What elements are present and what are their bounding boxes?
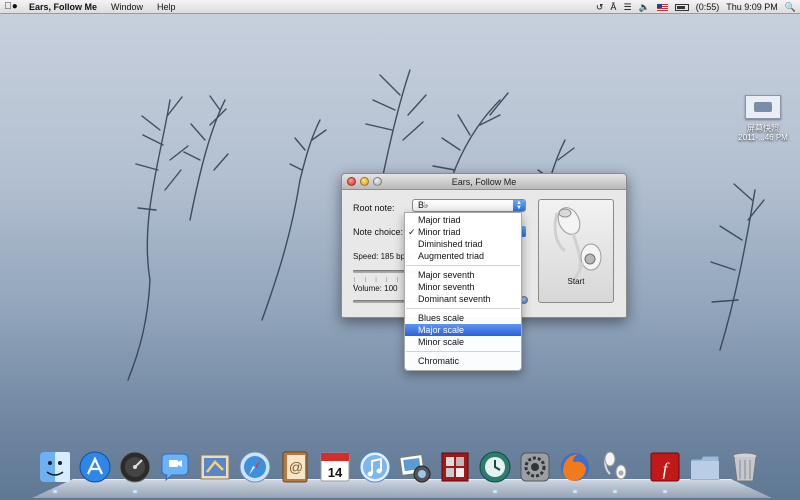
window-title: Ears, Follow Me (451, 177, 517, 187)
menu-item-label: Dominant seventh (418, 294, 491, 304)
dock-firefox-icon[interactable] (558, 450, 592, 484)
root-note-value: B♭ (418, 200, 429, 210)
wifi-icon[interactable]: ☰ (623, 2, 631, 13)
menu-item-label: Major seventh (418, 270, 475, 280)
dock-safari-icon[interactable] (238, 450, 272, 484)
menu-item-label: Minor seventh (418, 282, 475, 292)
dock-mail-icon[interactable] (198, 450, 232, 484)
us-flag-icon[interactable] (656, 3, 668, 11)
dock: @ 14 f (38, 450, 768, 493)
battery-time[interactable]: (0:55) (696, 2, 720, 12)
menu-item-label: Minor scale (418, 337, 465, 347)
dock-finder-icon[interactable] (38, 450, 72, 484)
note-choice-label: Note choice: (353, 227, 404, 237)
desktop-file-label-line2: 2011-...46 PM (738, 133, 788, 142)
dock-ears-follow-me-icon[interactable] (598, 450, 632, 484)
ical-day-number: 14 (328, 465, 343, 480)
menu-item-label: Chromatic (418, 356, 460, 366)
desktop-file-label-line1: 屏幕快照 (747, 124, 779, 133)
svg-text:@: @ (289, 459, 303, 475)
dock-ical-icon[interactable]: 14 (318, 450, 352, 484)
speed-label: Speed: 185 bpm (353, 252, 412, 261)
menu-item-label: Major triad (418, 215, 461, 225)
dock-photo-booth-icon[interactable] (438, 450, 472, 484)
menu-item-augmented-triad[interactable]: Augmented triad (405, 250, 521, 262)
dock-ichat-icon[interactable] (158, 450, 192, 484)
menu-item-minor-seventh[interactable]: Minor seventh (405, 281, 521, 293)
menu-item-blues-scale[interactable]: Blues scale (405, 312, 521, 324)
menu-item-major-scale[interactable]: Major scale (405, 324, 521, 336)
menu-item-major-triad[interactable]: Major triad (405, 214, 521, 226)
running-indicator (133, 490, 137, 493)
dock-dashboard-icon[interactable] (118, 450, 152, 484)
earphones-icon (553, 207, 602, 281)
volume-icon[interactable]: 🔈 (639, 2, 650, 13)
menu-item-minor-triad[interactable]: ✓ Minor triad (405, 226, 521, 238)
volume-label: Volume: 100 (353, 284, 398, 293)
menu-separator (405, 305, 521, 312)
start-button[interactable]: Start (538, 199, 614, 303)
running-indicator (53, 490, 57, 493)
menu-item-major-seventh[interactable]: Major seventh (405, 269, 521, 281)
dock-iphoto-icon[interactable] (398, 450, 432, 484)
battery-icon[interactable] (674, 3, 689, 11)
chevron-updown-icon: ▲ ▼ (513, 200, 525, 211)
bluetooth-icon[interactable]: Å (610, 2, 616, 12)
menu-bar: ● Ears, Follow Me Window Help ↺ Å ☰ 🔈 (… (0, 0, 800, 14)
menu-item-label: Minor triad (418, 227, 461, 237)
dock-address-book-icon[interactable]: @ (278, 450, 312, 484)
menu-item-chromatic[interactable]: Chromatic (405, 355, 521, 367)
running-indicator (493, 490, 497, 493)
dock-flash-icon[interactable]: f (648, 450, 682, 484)
menu-item-label: Augmented triad (418, 251, 485, 261)
note-choice-menu: Major triad ✓ Minor triad Diminished triad A… (404, 212, 522, 371)
root-note-label: Root note: (353, 203, 395, 213)
menu-item-minor-scale[interactable]: Minor scale (405, 336, 521, 348)
dock-app-store-icon[interactable] (78, 450, 112, 484)
menu-extras: ↺ Å ☰ 🔈 (0:55) Thu 9:09 PM 🔍 (596, 0, 796, 14)
menu-separator (405, 348, 521, 355)
dock-itunes-icon[interactable] (358, 450, 392, 484)
zoom-button[interactable] (373, 177, 382, 186)
running-indicator (613, 490, 617, 493)
dock-documents-folder-icon[interactable] (688, 450, 722, 484)
start-label: Start (567, 277, 585, 286)
menu-item-diminished-triad[interactable]: Diminished triad (405, 238, 521, 250)
dock-time-machine-icon[interactable] (478, 450, 512, 484)
root-note-popup[interactable]: B♭ ▲ ▼ (412, 199, 526, 212)
checkmark-icon: ✓ (408, 227, 416, 237)
dock-system-preferences-icon[interactable] (518, 450, 552, 484)
close-button[interactable] (347, 177, 356, 186)
menu-window[interactable]: Window (104, 0, 150, 14)
menu-clock[interactable]: Thu 9:09 PM (726, 2, 778, 12)
spotlight-icon[interactable]: 🔍 (785, 2, 796, 13)
menu-app-name[interactable]: Ears, Follow Me (22, 0, 104, 14)
menu-help[interactable]: Help (150, 0, 183, 14)
menu-item-dominant-seventh[interactable]: Dominant seventh (405, 293, 521, 305)
screenshot-thumbnail-icon (745, 95, 781, 119)
menu-item-label: Blues scale (418, 313, 465, 323)
minimize-button[interactable] (360, 177, 369, 186)
menu-separator (405, 262, 521, 269)
apple-menu-icon[interactable]: ● (0, 1, 22, 12)
running-indicator (663, 490, 667, 493)
window-titlebar[interactable]: Ears, Follow Me (342, 174, 626, 190)
menu-item-label: Major scale (418, 325, 465, 335)
running-indicator (573, 490, 577, 493)
time-machine-icon[interactable]: ↺ (596, 2, 604, 13)
dock-trash-icon[interactable] (728, 450, 762, 484)
desktop-file-screenshot[interactable]: 屏幕快照 2011-...46 PM (733, 95, 793, 142)
menu-item-label: Diminished triad (418, 239, 483, 249)
